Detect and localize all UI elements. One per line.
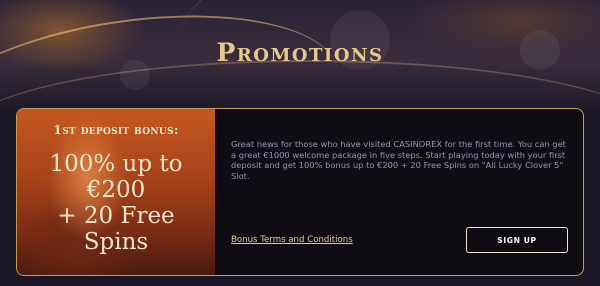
bonus-headline: 100% up to €200 + 20 Free Spins <box>17 151 215 255</box>
bonus-kicker: 1st deposit bonus: <box>53 122 179 137</box>
bonus-banner: 1st deposit bonus: 100% up to €200 + 20 … <box>17 109 215 275</box>
bonus-headline-line: Spins <box>83 229 149 255</box>
sign-up-button[interactable]: SIGN UP <box>466 227 568 253</box>
bonus-headline-line: €200 <box>86 177 146 203</box>
bonus-terms-link[interactable]: Bonus Terms and Conditions <box>231 235 353 245</box>
bonus-headline-line: 100% up to <box>49 151 183 177</box>
bonus-headline-line: + 20 Free <box>57 203 175 229</box>
promo-card: 1st deposit bonus: 100% up to €200 + 20 … <box>16 108 584 276</box>
page-title: Promotions <box>216 38 384 67</box>
promo-description: Great news for those who have visited CA… <box>231 139 566 181</box>
